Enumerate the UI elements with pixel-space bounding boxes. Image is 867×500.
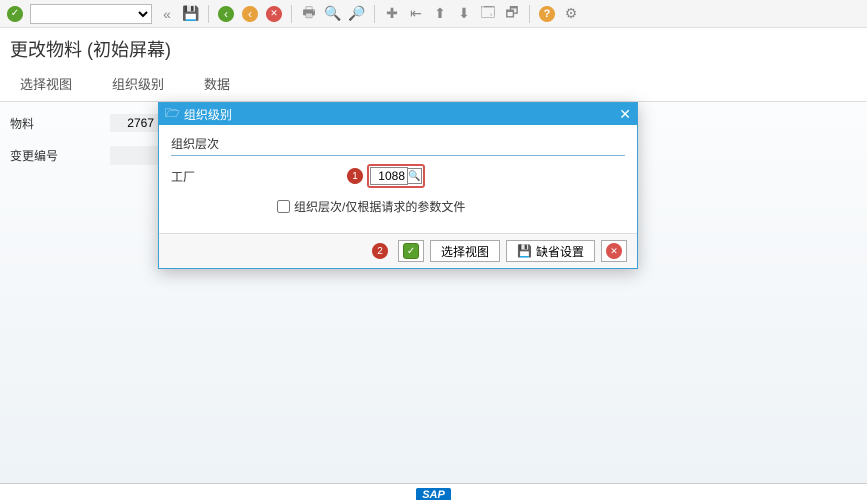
plant-label: 工厂 [171,168,251,185]
find-icon[interactable]: 🔍 [324,5,342,23]
customize-icon[interactable]: ⚙ [562,5,580,23]
subtab-org-level[interactable]: 组织级别 [112,74,164,93]
dialog-section-header: 组织层次 [171,135,625,156]
sap-logo-bar: SAP [0,483,867,500]
dialog-button-bar: 2 ✓ 选择视图 💾缺省设置 ✕ [159,233,637,268]
search-help-icon[interactable]: 🔍 [408,168,422,184]
exit-icon[interactable] [241,5,259,23]
layout-icon[interactable]: 🗗 [503,5,521,23]
new-session-icon[interactable]: ✚ [383,5,401,23]
print-icon[interactable]: 🖶 [300,5,318,23]
first-page-nav-icon[interactable]: ⇤ [407,5,425,23]
page-title: 更改物料 (初始屏幕) [0,28,867,70]
sap-logo: SAP [416,488,451,500]
prev-page-icon[interactable]: ⬆ [431,5,449,23]
app-toolbar: « 💾 🖶 🔍 🔎 ✚ ⇤ ⬆ ⬇ 🗔 🗗 ⚙ [0,0,867,28]
first-page-icon[interactable]: « [158,5,176,23]
next-page-icon[interactable]: ⬇ [455,5,473,23]
material-label: 物料 [10,115,110,132]
org-level-checkbox[interactable] [277,200,290,213]
plant-input[interactable] [370,167,408,185]
subtab-select-view[interactable]: 选择视图 [20,74,72,93]
dialog-icon: 🗁 [165,104,180,125]
annotation-badge-1: 1 [347,168,363,184]
default-settings-button[interactable]: 💾缺省设置 [506,240,595,262]
ok-icon[interactable] [6,5,24,23]
select-view-button[interactable]: 选择视图 [430,240,500,262]
cancel-icon[interactable] [265,5,283,23]
change-no-label: 变更编号 [10,147,110,164]
main-area: 物料 变更编号 🗁 组织级别 ✕ 组织层次 工厂 1 🔍 [0,102,867,483]
find-next-icon[interactable]: 🔎 [348,5,366,23]
material-input[interactable] [110,114,158,132]
ok-button[interactable]: ✓ [398,240,424,262]
annotation-badge-2: 2 [372,243,388,259]
org-level-dialog: 🗁 组织级别 ✕ 组织层次 工厂 1 🔍 组织层次/仅根据请求的参数文件 [158,102,638,269]
subtab-data[interactable]: 数据 [204,74,230,93]
close-icon[interactable]: ✕ [619,106,631,123]
change-no-input[interactable] [110,146,158,165]
subtab-bar: 选择视图 组织级别 数据 [0,70,867,102]
dialog-titlebar: 🗁 组织级别 ✕ [159,103,637,125]
dialog-title: 组织级别 [184,106,232,123]
save-icon: 💾 [517,244,532,258]
cancel-button[interactable]: ✕ [601,240,627,262]
command-field[interactable] [30,4,152,24]
plant-field-wrap: 🔍 [367,164,425,188]
create-shortcut-icon[interactable]: 🗔 [479,5,497,23]
save-icon[interactable]: 💾 [182,5,200,23]
back-icon[interactable] [217,5,235,23]
org-level-checkbox-label: 组织层次/仅根据请求的参数文件 [294,198,465,215]
help-icon[interactable] [538,5,556,23]
